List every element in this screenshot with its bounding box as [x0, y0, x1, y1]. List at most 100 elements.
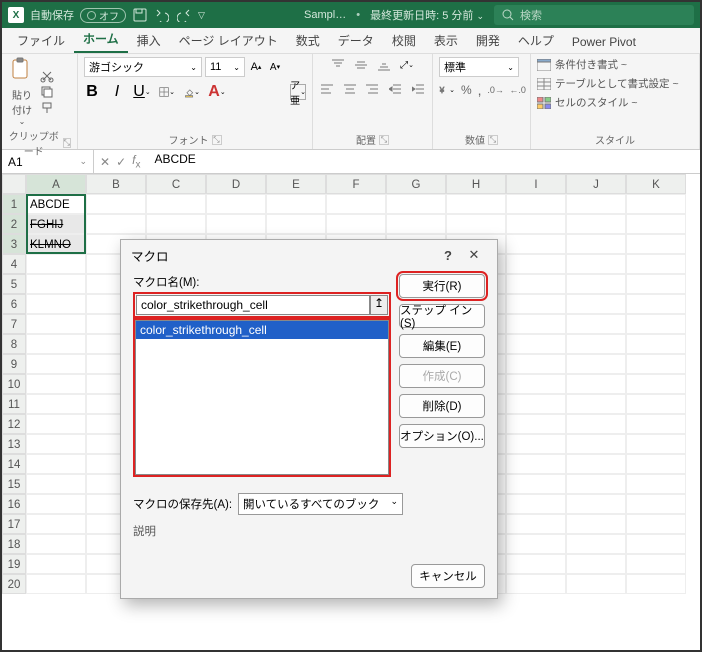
cell[interactable]	[566, 214, 626, 234]
cell[interactable]	[626, 294, 686, 314]
cell[interactable]	[506, 334, 566, 354]
cell[interactable]	[626, 574, 686, 594]
tab-校閲[interactable]: 校閲	[383, 28, 425, 53]
cell-styles-button[interactable]: セルのスタイル ~	[537, 95, 693, 110]
format-as-table-button[interactable]: テーブルとして書式設定 ~	[537, 76, 693, 91]
cell[interactable]: FGHIJ	[26, 214, 86, 234]
cell[interactable]	[506, 474, 566, 494]
cell[interactable]	[506, 494, 566, 514]
conditional-format-button[interactable]: 条件付き書式 ~	[537, 57, 693, 72]
format-painter-icon[interactable]	[40, 101, 56, 115]
fx-icon[interactable]: fx	[132, 153, 140, 170]
cell[interactable]	[26, 274, 86, 294]
cell[interactable]	[626, 394, 686, 414]
cell[interactable]	[626, 554, 686, 574]
cancel-button[interactable]: キャンセル	[411, 564, 485, 588]
cell[interactable]	[566, 574, 626, 594]
cell[interactable]	[566, 514, 626, 534]
cell[interactable]	[566, 334, 626, 354]
cell[interactable]	[206, 194, 266, 214]
col-header[interactable]: G	[386, 174, 446, 194]
font-name-select[interactable]: 游ゴシック⌄	[84, 57, 202, 77]
cell[interactable]	[506, 454, 566, 474]
cell[interactable]	[566, 234, 626, 254]
cell[interactable]	[506, 414, 566, 434]
row-header[interactable]: 16	[2, 494, 26, 514]
cell[interactable]	[266, 214, 326, 234]
row-header[interactable]: 6	[2, 294, 26, 314]
col-header[interactable]: C	[146, 174, 206, 194]
row-header[interactable]: 3	[2, 234, 26, 254]
col-header[interactable]: I	[506, 174, 566, 194]
cell[interactable]	[266, 194, 326, 214]
cell[interactable]	[566, 434, 626, 454]
cell[interactable]	[566, 274, 626, 294]
row-header[interactable]: 20	[2, 574, 26, 594]
cell[interactable]	[566, 554, 626, 574]
cell[interactable]	[626, 234, 686, 254]
cell[interactable]	[26, 574, 86, 594]
cell[interactable]	[566, 494, 626, 514]
row-header[interactable]: 17	[2, 514, 26, 534]
cell[interactable]	[326, 194, 386, 214]
cancel-formula-icon[interactable]: ✕	[100, 155, 110, 169]
cell[interactable]	[26, 374, 86, 394]
row-header[interactable]: 8	[2, 334, 26, 354]
fill-color-button[interactable]: ⌄	[184, 84, 200, 100]
cell[interactable]	[626, 494, 686, 514]
cell[interactable]	[506, 254, 566, 274]
row-header[interactable]: 11	[2, 394, 26, 414]
macro-list-item[interactable]: color_strikethrough_cell	[136, 321, 388, 339]
row-header[interactable]: 4	[2, 254, 26, 274]
align-middle-icon[interactable]	[353, 57, 369, 73]
border-button[interactable]: ⌄	[159, 84, 175, 100]
cell[interactable]	[506, 194, 566, 214]
cell[interactable]	[566, 534, 626, 554]
paste-button[interactable]: 貼り付け⌄	[8, 57, 36, 126]
cell[interactable]	[146, 194, 206, 214]
decrease-decimal-icon[interactable]: ←.0	[510, 82, 526, 98]
font-color-button[interactable]: A⌄	[209, 84, 225, 100]
cell[interactable]	[566, 454, 626, 474]
cell[interactable]	[626, 274, 686, 294]
tab-挿入[interactable]: 挿入	[128, 28, 170, 53]
search-box[interactable]: 検索	[494, 5, 694, 25]
cell[interactable]	[506, 274, 566, 294]
cut-icon[interactable]	[40, 69, 56, 83]
cell[interactable]	[506, 234, 566, 254]
italic-button[interactable]: I	[109, 84, 125, 100]
cell[interactable]	[446, 194, 506, 214]
row-header[interactable]: 13	[2, 434, 26, 454]
col-header[interactable]: J	[566, 174, 626, 194]
cell[interactable]	[566, 314, 626, 334]
decrease-indent-icon[interactable]	[387, 81, 403, 97]
cell[interactable]	[626, 314, 686, 334]
cell[interactable]	[26, 354, 86, 374]
align-center-icon[interactable]	[342, 81, 358, 97]
row-header[interactable]: 14	[2, 454, 26, 474]
cell[interactable]	[506, 294, 566, 314]
select-all-corner[interactable]	[2, 174, 26, 194]
cell[interactable]	[566, 354, 626, 374]
run-button[interactable]: 実行(R)	[399, 274, 485, 298]
enter-formula-icon[interactable]: ✓	[116, 155, 126, 169]
accounting-format-icon[interactable]: ¥⌄	[439, 82, 455, 98]
percent-format-icon[interactable]: %	[461, 82, 472, 98]
row-header[interactable]: 10	[2, 374, 26, 394]
formula-input[interactable]: ABCDE	[146, 150, 700, 173]
cell[interactable]	[506, 374, 566, 394]
orientation-icon[interactable]: ⤢⌄	[399, 57, 415, 73]
cell[interactable]	[566, 294, 626, 314]
row-header[interactable]: 15	[2, 474, 26, 494]
cell[interactable]: KLMNO	[26, 234, 86, 254]
cell[interactable]	[26, 414, 86, 434]
cell[interactable]	[26, 394, 86, 414]
cell[interactable]	[626, 434, 686, 454]
filename[interactable]: Sampl…	[304, 9, 346, 21]
col-header[interactable]: B	[86, 174, 146, 194]
increase-font-icon[interactable]: A▴	[248, 59, 264, 75]
delete-button[interactable]: 削除(D)	[399, 394, 485, 418]
col-header[interactable]: H	[446, 174, 506, 194]
cell[interactable]	[26, 334, 86, 354]
tab-表示[interactable]: 表示	[425, 28, 467, 53]
